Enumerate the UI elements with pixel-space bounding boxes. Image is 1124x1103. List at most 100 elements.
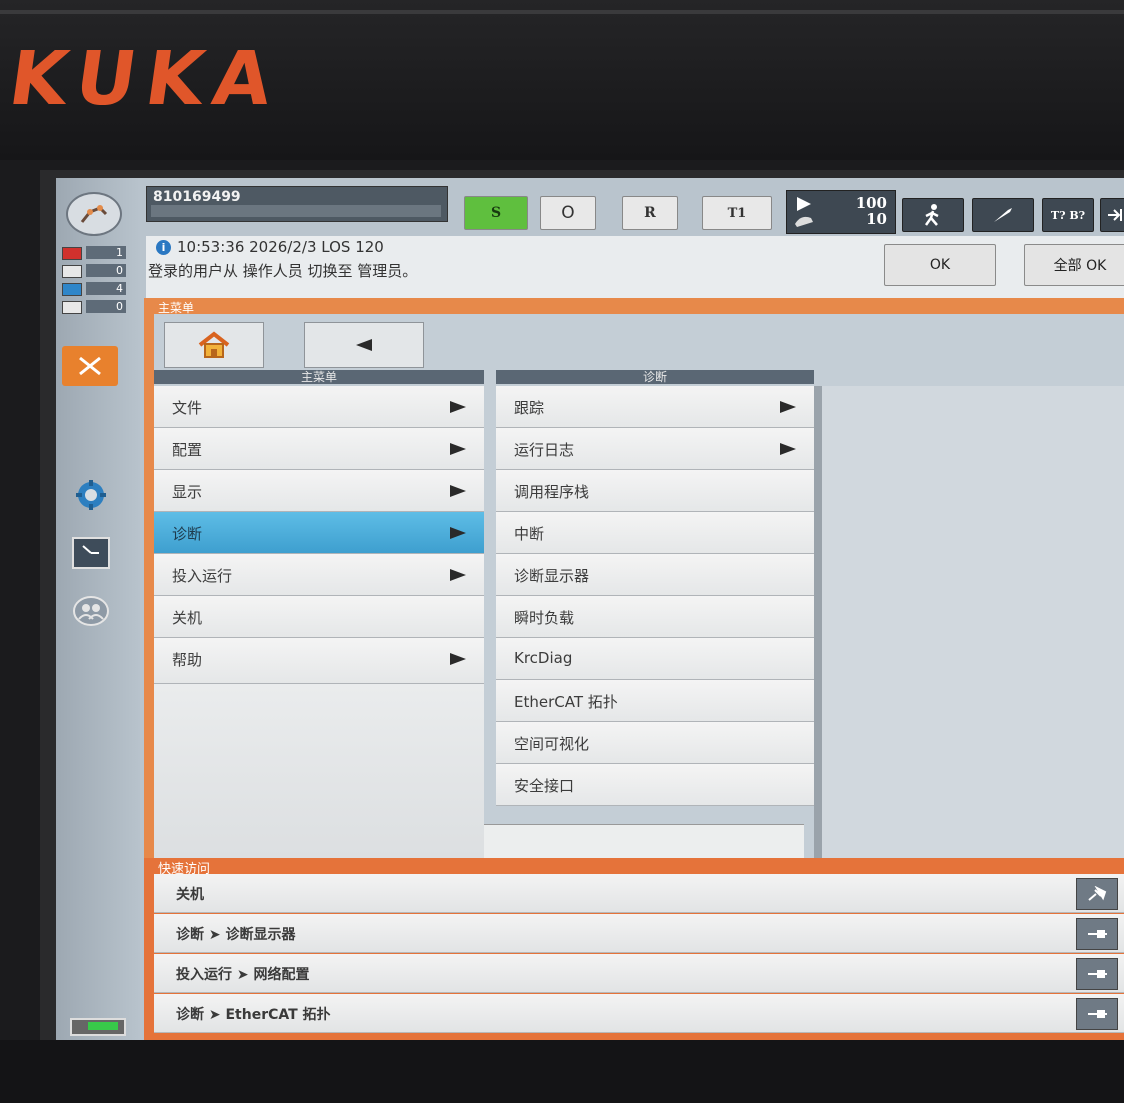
menu-item-help[interactable]: 帮助 [154, 638, 484, 684]
quick-access-item-network-config[interactable]: 投入运行 ➤ 网络配置 [154, 954, 1124, 993]
message-count-warning[interactable]: 0 [62, 264, 132, 278]
submenu-item-caller-stack[interactable]: 调用程序栈 [496, 470, 814, 512]
submenu-item-label: 瞬时负载 [514, 609, 575, 627]
menu-item-config[interactable]: 配置 [154, 428, 484, 470]
tool-base-status[interactable]: T? B? [1042, 198, 1094, 232]
menu-area: 主菜单 诊断 文件 配置 显示 诊断 投入运行 关机 帮助 跟踪 运行日志 调用… [154, 314, 1124, 859]
pin-button[interactable] [1076, 958, 1118, 990]
pin-button[interactable] [1076, 998, 1118, 1030]
robot-name-field[interactable]: 810169499 [146, 186, 448, 222]
message-timestamp: 10:53:36 2026/2/3 LOS 120 [177, 238, 384, 256]
submenu-empty-area [484, 824, 804, 859]
gear-status-button[interactable] [68, 476, 114, 514]
pinned-icon [1088, 970, 1107, 978]
close-menu-button[interactable] [62, 346, 118, 386]
play-hand-icon [795, 197, 813, 227]
dialog-icon [62, 301, 82, 314]
menu-item-label: 诊断 [172, 525, 203, 543]
submenu-item-label: 诊断显示器 [514, 567, 590, 585]
operating-mode-status[interactable]: T1 [702, 196, 772, 230]
pendant-bezel-bottom [0, 1040, 1124, 1103]
submenu-item-label: 运行日志 [514, 441, 575, 459]
tool-icon [994, 208, 1012, 222]
submenu-arrow-icon [780, 401, 796, 413]
submit-interpreter-status[interactable]: S [464, 196, 528, 230]
menu-item-shutdown[interactable]: 关机 [154, 596, 484, 638]
column-divider [814, 386, 822, 858]
column-header-diagnosis: 诊断 [496, 370, 814, 384]
quick-access-item-ethercat-topology[interactable]: 诊断 ➤ EtherCAT 拓扑 [154, 994, 1124, 1033]
dialog-count: 0 [86, 300, 126, 313]
battery-indicator [70, 1018, 126, 1036]
message-count-error[interactable]: 1 [62, 246, 132, 260]
drives-status[interactable]: O [540, 196, 596, 230]
clock-icon [72, 537, 110, 569]
third-menu-column [822, 386, 1124, 858]
message-text: 登录的用户从 操作人员 切换至 管理员。 [148, 262, 418, 280]
quick-access-item-diagnostic-monitor[interactable]: 诊断 ➤ 诊断显示器 [154, 914, 1124, 953]
robot-arm-icon [80, 205, 108, 223]
submenu-item-logbook[interactable]: 运行日志 [496, 428, 814, 470]
step-arrow-icon [1108, 209, 1122, 221]
submenu-item-safety-interface[interactable]: 安全接口 [496, 764, 814, 806]
submenu-arrow-icon [450, 401, 466, 413]
submenu-item-interrupts[interactable]: 中断 [496, 512, 814, 554]
submenu-item-ethercat-topology[interactable]: EtherCAT 拓扑 [496, 680, 814, 722]
message-window: i 10:53:36 2026/2/3 LOS 120 登录的用户从 操作人员 切… [146, 236, 1124, 306]
main-menu-panel: 主菜单 主菜单 诊断 文件 配置 显示 诊断 投入运行 关机 帮助 跟踪 运行日… [144, 298, 1124, 859]
close-icon [79, 356, 101, 376]
pin-button[interactable] [1076, 918, 1118, 950]
menu-item-label: 帮助 [172, 651, 203, 669]
submenu-arrow-icon [450, 527, 466, 539]
main-menu-button[interactable] [66, 192, 122, 236]
robot-interpreter-status[interactable]: R [622, 196, 678, 230]
home-icon [198, 331, 230, 358]
column-header-main: 主菜单 [154, 370, 484, 384]
menu-item-display[interactable]: 显示 [154, 470, 484, 512]
error-icon [62, 247, 82, 260]
user-status-button[interactable] [68, 592, 114, 630]
menu-item-file[interactable]: 文件 [154, 386, 484, 428]
jog-mode-button[interactable] [902, 198, 964, 232]
override-status[interactable]: 100 10 [786, 190, 896, 234]
submenu-item-instantaneous-load[interactable]: 瞬时负载 [496, 596, 814, 638]
clock-status-button[interactable] [68, 534, 114, 572]
submenu-item-label: 跟踪 [514, 399, 545, 417]
submenu-item-krcdiag[interactable]: KrcDiag [496, 638, 814, 680]
jog-keys-button[interactable] [972, 198, 1034, 232]
users-icon [73, 596, 109, 626]
process-progress-bar [151, 205, 441, 217]
quick-access-label: 诊断 ➤ EtherCAT 拓扑 [176, 1007, 331, 1023]
menu-item-label: 配置 [172, 441, 203, 459]
message-count-info[interactable]: 4 [62, 282, 132, 296]
warning-icon [62, 265, 82, 278]
submenu-item-label: EtherCAT 拓扑 [514, 693, 618, 711]
menu-item-label: 投入运行 [172, 567, 233, 585]
kuka-logo: KUKA [3, 36, 287, 122]
info-icon [62, 283, 82, 296]
submenu-arrow-icon [450, 485, 466, 497]
pinned-icon [1088, 930, 1107, 938]
menu-empty-area [154, 684, 484, 858]
menu-item-label: 文件 [172, 399, 203, 417]
message-header: i 10:53:36 2026/2/3 LOS 120 [156, 238, 384, 256]
submenu-item-diagnostic-monitor[interactable]: 诊断显示器 [496, 554, 814, 596]
incremental-jog-button[interactable] [1100, 198, 1124, 232]
message-count-dialog[interactable]: 0 [62, 300, 132, 314]
back-button[interactable] [304, 322, 424, 368]
home-button[interactable] [164, 322, 264, 368]
program-override: 100 [855, 194, 887, 212]
submenu-item-space-visualization[interactable]: 空间可视化 [496, 722, 814, 764]
quick-access-panel: 快速访问 关机 诊断 ➤ 诊断显示器 投入运行 ➤ 网络配置 诊断 ➤ Ethe… [144, 858, 1124, 1040]
menu-item-diagnosis[interactable]: 诊断 [154, 512, 484, 554]
menu-item-commissioning[interactable]: 投入运行 [154, 554, 484, 596]
menu-item-label: 显示 [172, 483, 203, 501]
submenu-item-label: 安全接口 [514, 777, 575, 795]
pin-button[interactable] [1076, 878, 1118, 910]
submenu-item-label: 空间可视化 [514, 735, 590, 753]
submenu-item-label: KrcDiag [514, 649, 573, 667]
all-ok-button[interactable]: 全部 OK [1024, 244, 1124, 286]
quick-access-item-shutdown[interactable]: 关机 [154, 874, 1124, 913]
submenu-item-trace[interactable]: 跟踪 [496, 386, 814, 428]
ok-button[interactable]: OK [884, 244, 996, 286]
